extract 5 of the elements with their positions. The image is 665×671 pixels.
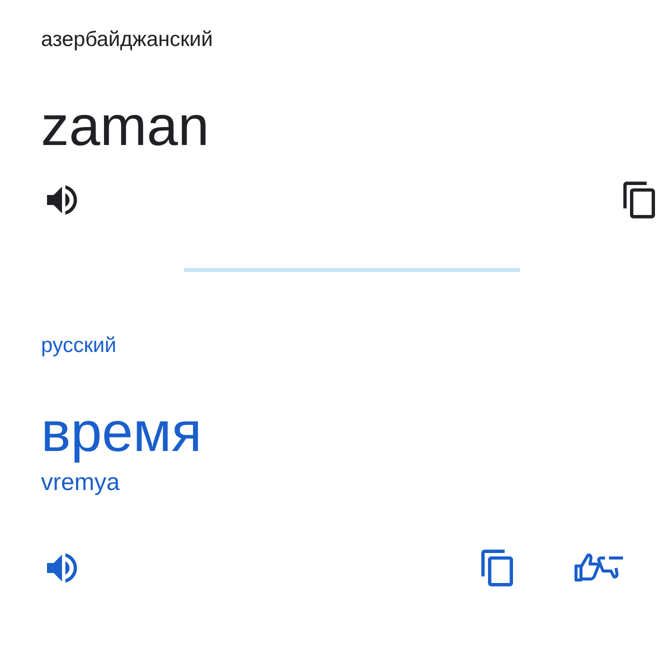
translated-text: время bbox=[41, 400, 203, 464]
transliteration-text: vremya bbox=[41, 468, 121, 498]
target-language-label: русский bbox=[41, 333, 118, 359]
source-language-label: азербайджанский bbox=[41, 27, 214, 53]
source-text: zaman bbox=[41, 94, 210, 158]
